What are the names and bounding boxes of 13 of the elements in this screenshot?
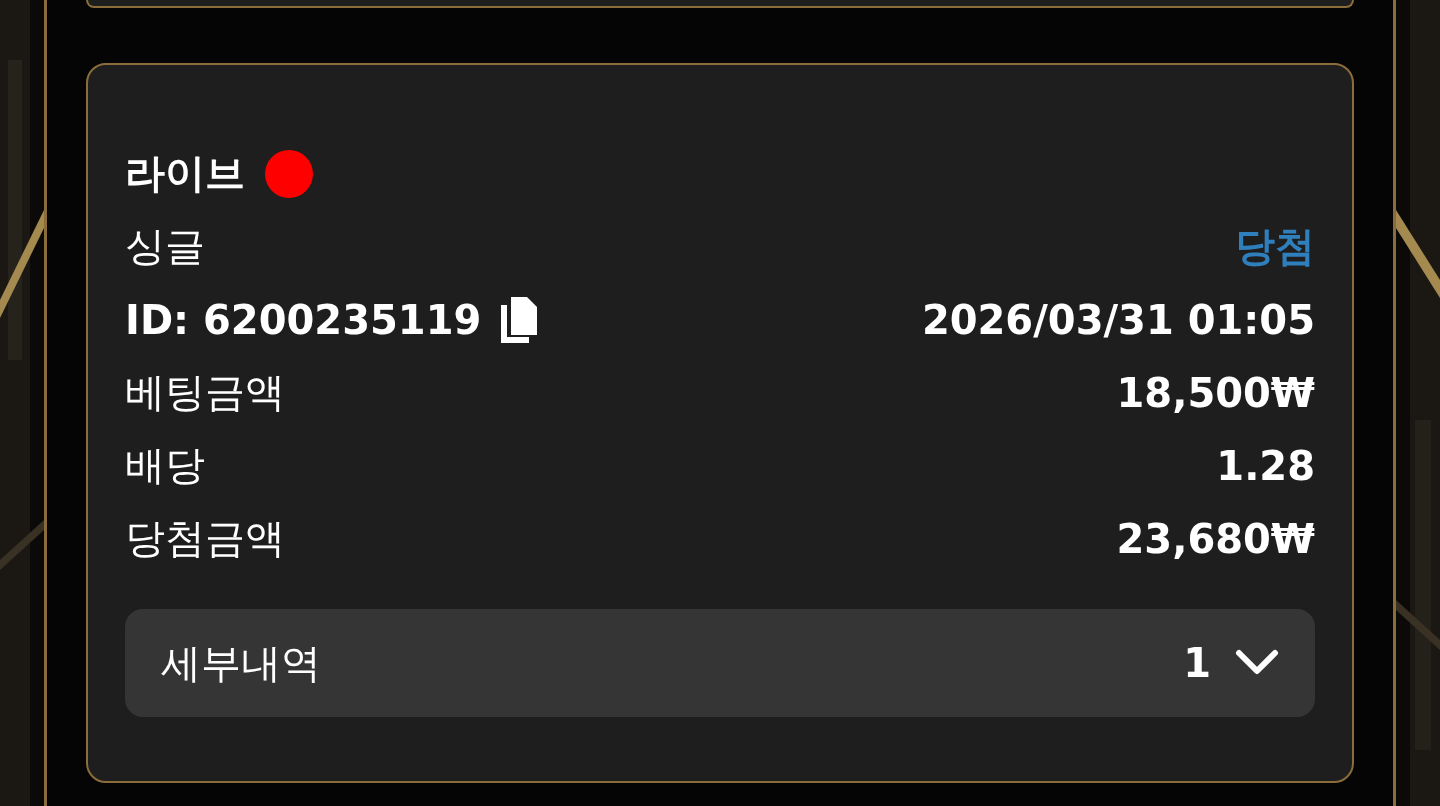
row-value: 23,680₩ [1116,515,1315,562]
details-toggle[interactable]: 세부내역 1 [125,609,1315,717]
row-value: 1.28 [1216,442,1315,489]
row-label: 베팅금액 [125,368,285,417]
bet-kind: 싱글 [125,222,205,271]
bet-type-label: 라이브 [125,149,245,198]
row-label: 배당 [125,441,205,490]
result-status: 당첨 [1235,222,1315,271]
row-value: 18,500₩ [1116,369,1315,416]
bet-id: ID: 6200235119 [125,296,482,343]
row-label: 당첨금액 [125,514,285,563]
bet-datetime: 2026/03/31 01:05 [921,296,1315,343]
caret-icon [1235,649,1279,677]
